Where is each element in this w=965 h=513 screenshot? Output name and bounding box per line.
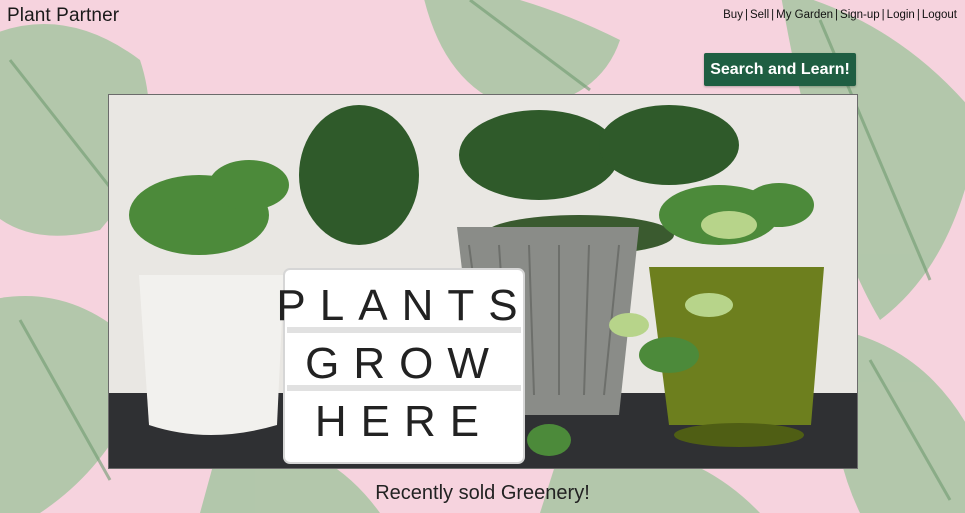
- nav-my-garden-link[interactable]: My Garden: [776, 9, 833, 21]
- nav-separator: |: [835, 9, 839, 21]
- lightbox-line-1: PLANTS: [276, 281, 531, 330]
- nav-logout-link[interactable]: Logout: [922, 9, 957, 21]
- recently-sold-heading: Recently sold Greenery!: [375, 482, 590, 504]
- nav-separator: |: [916, 9, 920, 21]
- nav-separator: |: [744, 9, 748, 21]
- nav-buy-link[interactable]: Buy: [723, 9, 743, 21]
- hero-image: PLANTS GROW HERE: [108, 94, 858, 469]
- top-nav: Buy | Sell | My Garden | Sign-up | Login | Logout: [723, 9, 957, 21]
- lightbox-line-2: GROW: [305, 339, 503, 388]
- nav-sell-link[interactable]: Sell: [750, 9, 769, 21]
- lightbox-line-3: HERE: [315, 397, 493, 446]
- nav-login-link[interactable]: Login: [887, 9, 915, 21]
- search-and-learn-button[interactable]: Search and Learn!: [704, 53, 856, 86]
- nav-signup-link[interactable]: Sign-up: [840, 9, 880, 21]
- site-logo[interactable]: Plant Partner: [7, 5, 119, 27]
- nav-separator: |: [881, 9, 885, 21]
